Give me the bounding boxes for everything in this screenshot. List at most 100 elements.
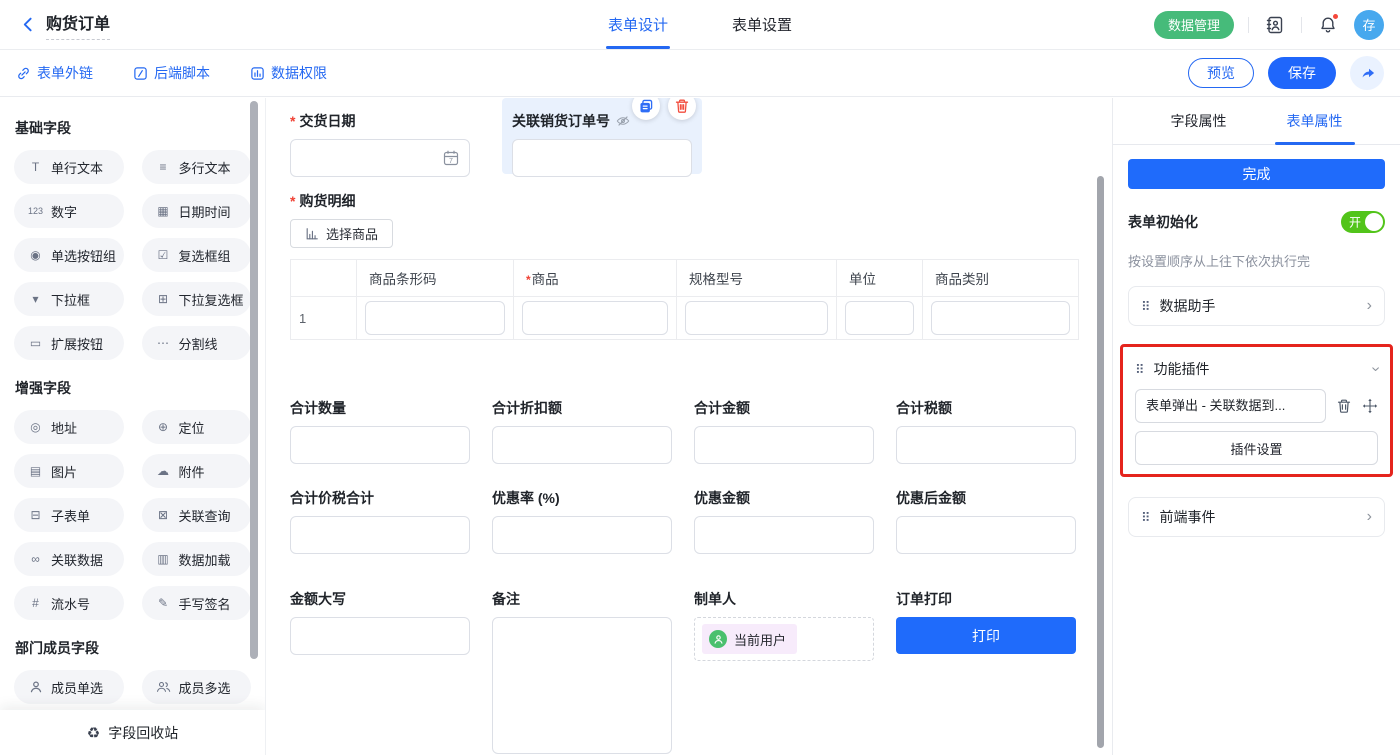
field-type-item[interactable]: ⊕定位 xyxy=(142,410,252,444)
field-linked-sales-order-selected[interactable]: 关联销货订单号 xyxy=(502,98,702,174)
field-type-item[interactable]: ▦日期时间 xyxy=(142,194,252,228)
field-type-item[interactable]: ✎手写签名 xyxy=(142,586,252,620)
tab-form-settings[interactable]: 表单设置 xyxy=(732,0,792,49)
summary-field[interactable]: 合计价税合计 xyxy=(290,488,470,554)
drag-handle-icon[interactable]: ⠿ xyxy=(1135,363,1145,376)
tab-field-properties[interactable]: 字段属性 xyxy=(1163,98,1235,144)
subform-column-header[interactable]: 单位 xyxy=(837,260,923,297)
preview-button[interactable]: 预览 xyxy=(1188,58,1254,88)
data-permission-link[interactable]: 数据权限 xyxy=(250,63,327,83)
summary-field-input[interactable] xyxy=(290,516,470,554)
summary-field-input[interactable] xyxy=(694,426,874,464)
sidebar-scrollbar[interactable] xyxy=(250,101,258,659)
bell-icon[interactable] xyxy=(1316,13,1340,37)
linked-sales-order-input[interactable] xyxy=(512,139,692,177)
summary-field-input[interactable] xyxy=(492,426,672,464)
field-label: 合计金额 xyxy=(694,398,874,418)
field-type-item[interactable]: ⊞下拉复选框 xyxy=(142,282,252,316)
field-type-item[interactable]: 成员单选 xyxy=(14,670,124,704)
field-creator[interactable]: 制单人 当前用户 xyxy=(694,589,874,661)
summary-field-input[interactable] xyxy=(896,516,1076,554)
delivery-date-input[interactable]: 7 xyxy=(290,139,470,177)
subform-cell-input[interactable] xyxy=(845,301,914,335)
save-button[interactable]: 保存 xyxy=(1268,57,1336,89)
field-type-item[interactable]: ☁附件 xyxy=(142,454,252,488)
field-type-item[interactable]: 成员多选 xyxy=(142,670,252,704)
card-function-plugin[interactable]: ⠿ 功能插件 › xyxy=(1130,354,1383,384)
field-type-item[interactable]: ▾下拉框 xyxy=(14,282,124,316)
field-type-item[interactable]: ◎地址 xyxy=(14,410,124,444)
move-icon[interactable] xyxy=(1362,398,1378,414)
summary-field[interactable]: 合计税额 xyxy=(896,398,1076,464)
linked-query-icon: ⊠ xyxy=(155,508,172,522)
print-button[interactable]: 打印 xyxy=(896,617,1076,654)
field-type-item[interactable]: ▥数据加载 xyxy=(142,542,252,576)
creator-input[interactable]: 当前用户 xyxy=(694,617,874,661)
summary-field-input[interactable] xyxy=(896,426,1076,464)
field-remark[interactable]: 备注 xyxy=(492,589,672,754)
field-type-item[interactable]: ▤图片 xyxy=(14,454,124,488)
drag-handle-icon[interactable]: ⠿ xyxy=(1141,511,1151,524)
address-book-icon[interactable] xyxy=(1263,13,1287,37)
data-manage-button[interactable]: 数据管理 xyxy=(1154,11,1234,39)
canvas-scrollbar[interactable] xyxy=(1097,176,1104,748)
summary-field-input[interactable] xyxy=(492,516,672,554)
current-user-tag[interactable]: 当前用户 xyxy=(702,624,797,654)
subform-column-header[interactable]: 规格型号 xyxy=(677,260,837,297)
summary-field[interactable]: 优惠后金额 xyxy=(896,488,1076,554)
delete-icon[interactable] xyxy=(668,98,696,120)
tab-form-properties[interactable]: 表单属性 xyxy=(1279,98,1351,144)
summary-field[interactable]: 合计数量 xyxy=(290,398,470,464)
field-type-item[interactable]: ▭扩展按钮 xyxy=(14,326,124,360)
field-recycle-bin[interactable]: ♻ 字段回收站 xyxy=(0,710,265,755)
summary-field-input[interactable] xyxy=(694,516,874,554)
field-type-item[interactable]: ☑复选框组 xyxy=(142,238,252,272)
avatar[interactable]: 存 xyxy=(1354,10,1384,40)
summary-field-input[interactable] xyxy=(290,426,470,464)
field-label: 合计价税合计 xyxy=(290,488,470,508)
plugin-settings-button[interactable]: 插件设置 xyxy=(1135,431,1378,465)
annotation-highlight-box: ⠿ 功能插件 › 表单弹出 - 关联数据到... 插件设置 xyxy=(1120,344,1393,477)
field-type-item[interactable]: ◉单选按钮组 xyxy=(14,238,124,272)
done-button[interactable]: 完成 xyxy=(1128,159,1385,189)
subform-column-header[interactable]: *商品 xyxy=(514,260,677,297)
field-order-print[interactable]: 订单打印 打印 xyxy=(896,589,1076,654)
select-product-button[interactable]: 选择商品 xyxy=(290,219,393,248)
page-title[interactable]: 购货订单 xyxy=(46,10,110,40)
field-type-item[interactable]: T单行文本 xyxy=(14,150,124,184)
trash-icon[interactable] xyxy=(1336,398,1352,414)
field-type-item[interactable]: ∞关联数据 xyxy=(14,542,124,576)
field-type-item[interactable]: 123数字 xyxy=(14,194,124,228)
subform-cell-input[interactable] xyxy=(931,301,1070,335)
subform-column-header[interactable]: 商品类别 xyxy=(923,260,1079,297)
plugin-item[interactable]: 表单弹出 - 关联数据到... xyxy=(1135,389,1326,423)
form-init-toggle[interactable]: 开 xyxy=(1341,211,1385,233)
drag-handle-icon[interactable]: ⠿ xyxy=(1141,300,1151,313)
remark-textarea[interactable] xyxy=(492,617,672,754)
copy-icon[interactable] xyxy=(632,98,660,120)
field-type-item[interactable]: ⊠关联查询 xyxy=(142,498,252,532)
card-frontend-event[interactable]: ⠿ 前端事件 › xyxy=(1128,497,1385,537)
field-type-item[interactable]: ⊟子表单 xyxy=(14,498,124,532)
summary-field[interactable]: 优惠率 (%) xyxy=(492,488,672,554)
amount-in-words-input[interactable] xyxy=(290,617,470,655)
subform-cell-input[interactable] xyxy=(365,301,505,335)
tab-form-design[interactable]: 表单设计 xyxy=(608,0,668,49)
subform-cell-input[interactable] xyxy=(522,301,668,335)
summary-field[interactable]: 优惠金额 xyxy=(694,488,874,554)
init-hint-text: 按设置顺序从上往下依次执行完 xyxy=(1128,251,1385,270)
field-delivery-date[interactable]: * 交货日期 7 xyxy=(290,98,470,177)
share-arrow-icon[interactable] xyxy=(1350,56,1384,90)
card-data-helper[interactable]: ⠿ 数据助手 › xyxy=(1128,286,1385,326)
form-external-link[interactable]: 表单外链 xyxy=(16,63,93,83)
field-amount-in-words[interactable]: 金额大写 xyxy=(290,589,470,655)
back-icon[interactable] xyxy=(16,13,40,37)
subform-column-header[interactable]: 商品条形码 xyxy=(357,260,514,297)
summary-field[interactable]: 合计折扣额 xyxy=(492,398,672,464)
field-type-item[interactable]: #流水号 xyxy=(14,586,124,620)
field-type-item[interactable]: ⋯分割线 xyxy=(142,326,252,360)
subform-cell-input[interactable] xyxy=(685,301,828,335)
summary-field[interactable]: 合计金额 xyxy=(694,398,874,464)
backend-script-link[interactable]: 后端脚本 xyxy=(133,63,210,83)
field-type-item[interactable]: ≡多行文本 xyxy=(142,150,252,184)
